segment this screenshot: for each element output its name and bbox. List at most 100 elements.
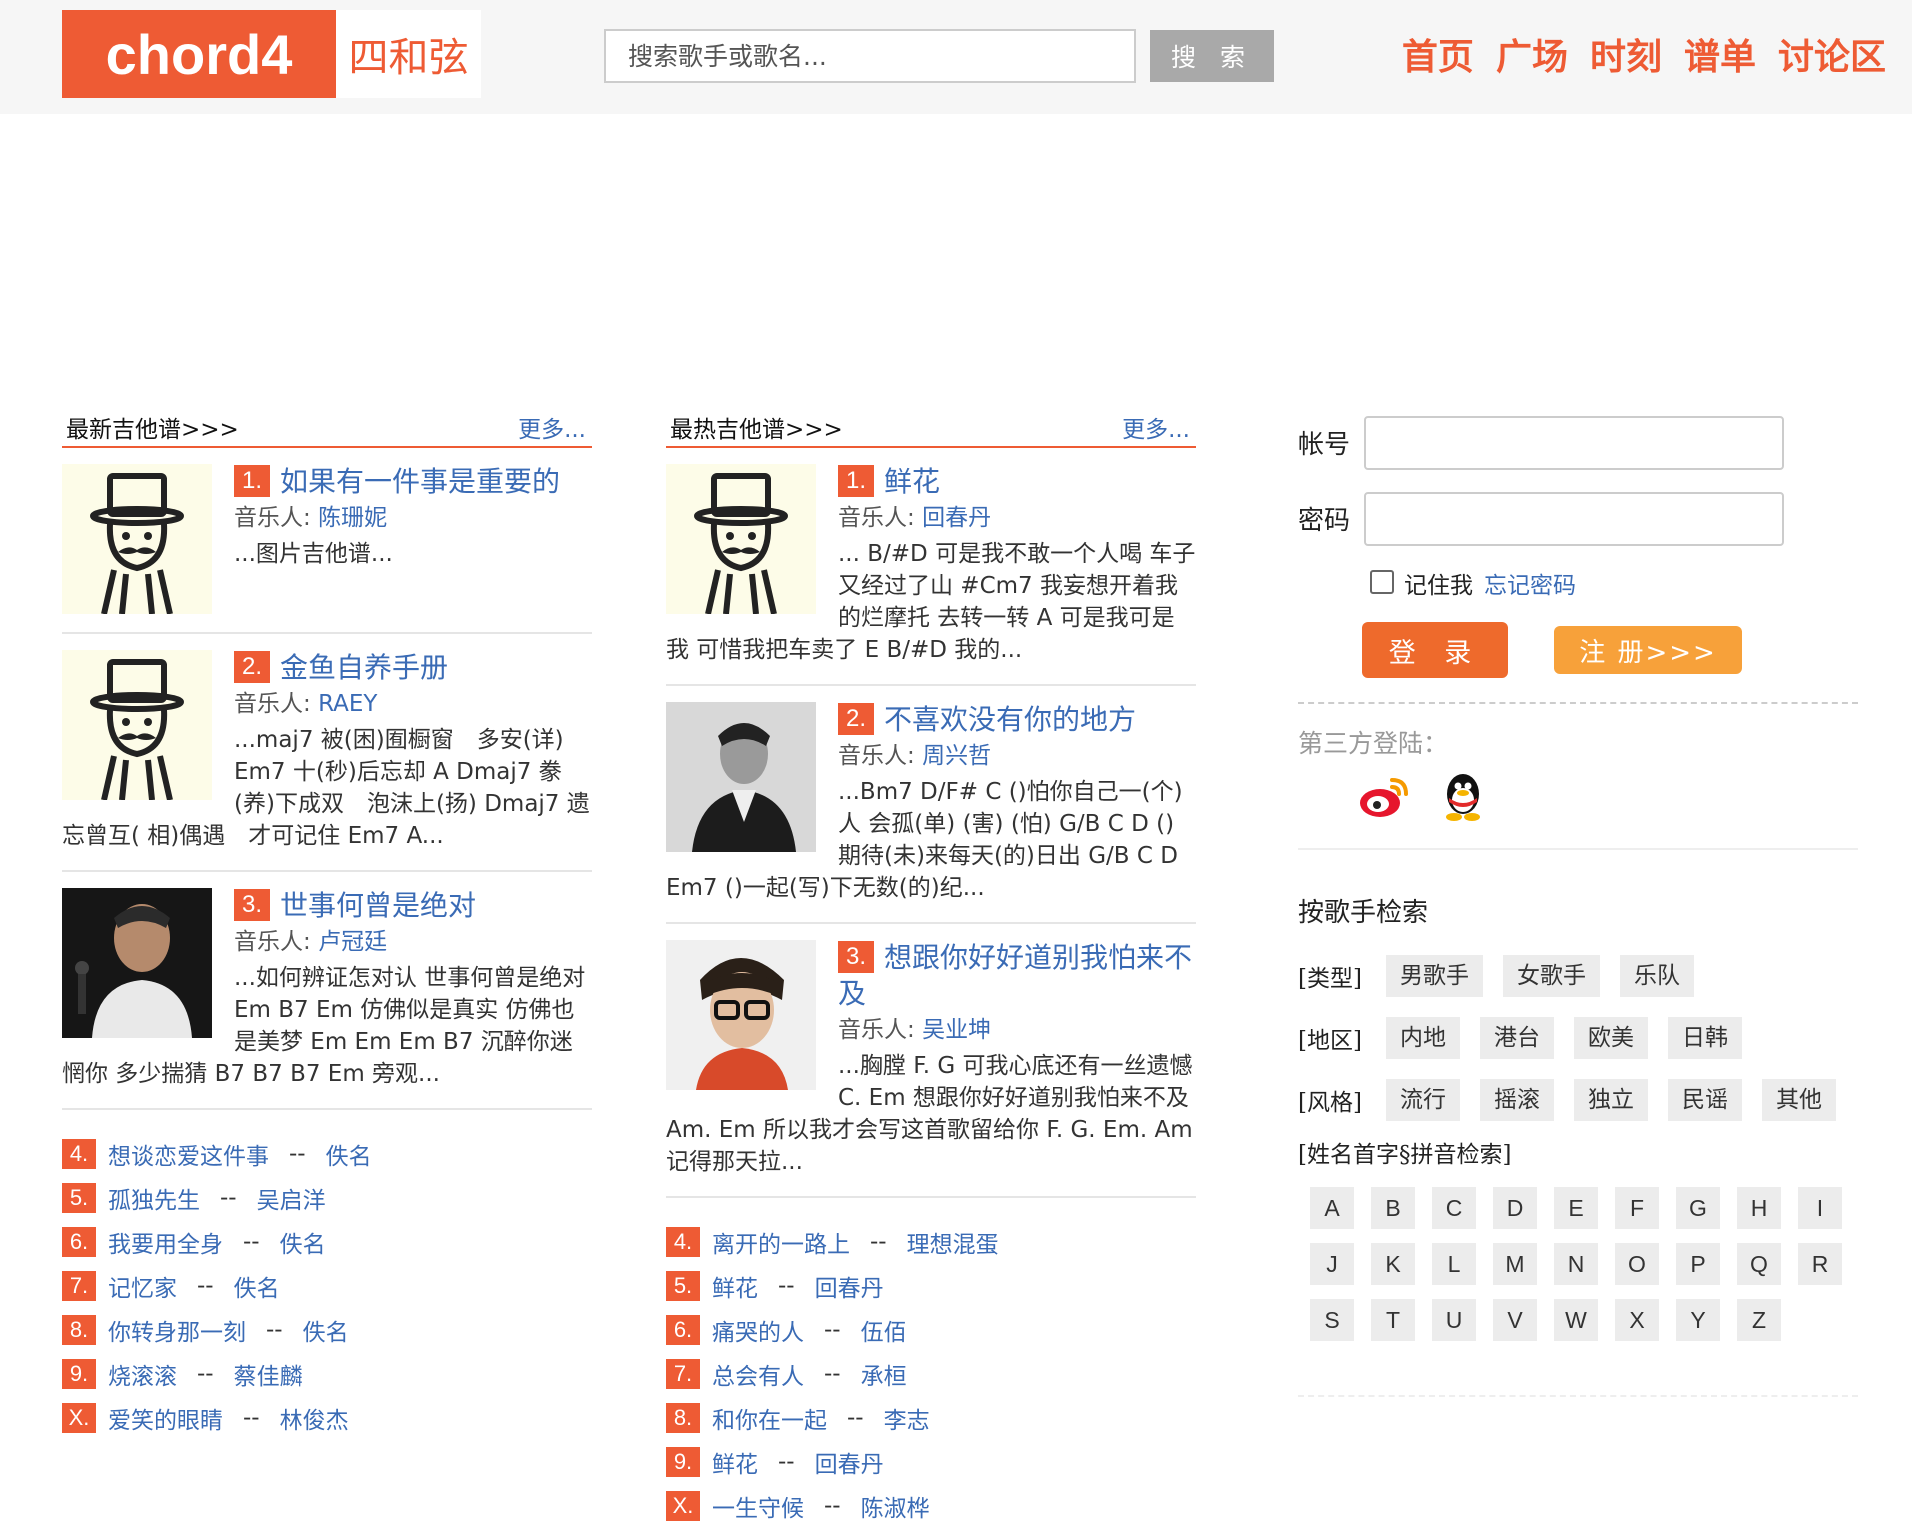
artist-link[interactable]: 回春丹	[815, 1445, 884, 1479]
song-link[interactable]: 和你在一起	[712, 1401, 827, 1435]
qq-penguin-icon[interactable]	[1440, 768, 1486, 822]
filter-tag[interactable]: 独立	[1574, 1079, 1648, 1121]
filter-tag[interactable]: 内地	[1386, 1017, 1460, 1059]
letter-u[interactable]: U	[1432, 1299, 1476, 1341]
letter-z[interactable]: Z	[1737, 1299, 1781, 1341]
letter-j[interactable]: J	[1310, 1243, 1354, 1285]
register-button[interactable]: 注 册>>>	[1554, 626, 1742, 674]
letter-d[interactable]: D	[1493, 1187, 1537, 1229]
letter-h[interactable]: H	[1737, 1187, 1781, 1229]
nav-home[interactable]: 首页	[1402, 28, 1474, 80]
song-title-link[interactable]: 想跟你好好道别我怕来不及	[838, 941, 1192, 1010]
song-link[interactable]: 总会有人	[712, 1357, 804, 1391]
thumbnail-default-avatar[interactable]	[62, 464, 212, 614]
hottest-more-link[interactable]: 更多...	[1122, 410, 1190, 444]
song-title-link[interactable]: 如果有一件事是重要的	[280, 465, 560, 498]
weibo-icon[interactable]	[1358, 772, 1410, 822]
filter-tag[interactable]: 流行	[1386, 1079, 1460, 1121]
filter-tag[interactable]: 港台	[1480, 1017, 1554, 1059]
letter-g[interactable]: G	[1676, 1187, 1720, 1229]
song-link[interactable]: 一生守候	[712, 1489, 804, 1523]
letter-y[interactable]: Y	[1676, 1299, 1720, 1341]
song-link[interactable]: 记忆家	[108, 1269, 177, 1303]
artist-link[interactable]: 卢冠廷	[318, 929, 387, 955]
letter-a[interactable]: A	[1310, 1187, 1354, 1229]
artist-link[interactable]: 理想混蛋	[907, 1225, 999, 1259]
letter-c[interactable]: C	[1432, 1187, 1476, 1229]
song-link[interactable]: 烧滚滚	[108, 1357, 177, 1391]
filter-tag[interactable]: 摇滚	[1480, 1079, 1554, 1121]
forgot-password-link[interactable]: 忘记密码	[1484, 566, 1576, 600]
letter-p[interactable]: P	[1676, 1243, 1720, 1285]
letter-m[interactable]: M	[1493, 1243, 1537, 1285]
artist-link[interactable]: 周兴哲	[922, 743, 991, 769]
letter-n[interactable]: N	[1554, 1243, 1598, 1285]
song-link[interactable]: 鲜花	[712, 1269, 758, 1303]
song-link[interactable]: 痛哭的人	[712, 1313, 804, 1347]
nav-square[interactable]: 广场	[1496, 28, 1568, 80]
nav-forum[interactable]: 讨论区	[1778, 28, 1886, 80]
letter-l[interactable]: L	[1432, 1243, 1476, 1285]
song-link[interactable]: 鲜花	[712, 1445, 758, 1479]
site-logo[interactable]: chord4 四和弦	[62, 10, 481, 98]
remember-checkbox[interactable]	[1370, 570, 1394, 594]
letter-w[interactable]: W	[1554, 1299, 1598, 1341]
artist-link[interactable]: 林俊杰	[280, 1401, 349, 1435]
artist-link[interactable]: 吴启洋	[257, 1181, 326, 1215]
letter-b[interactable]: B	[1371, 1187, 1415, 1229]
letter-t[interactable]: T	[1371, 1299, 1415, 1341]
thumbnail-artist-photo[interactable]	[62, 888, 212, 1038]
thumbnail-default-avatar[interactable]	[62, 650, 212, 800]
search-input[interactable]	[604, 29, 1136, 83]
thumbnail-artist-photo[interactable]	[666, 940, 816, 1090]
search-button[interactable]: 搜 索	[1150, 30, 1274, 82]
artist-link[interactable]: 蔡佳麟	[234, 1357, 303, 1391]
artist-link[interactable]: RAEY	[318, 691, 377, 717]
letter-x[interactable]: X	[1615, 1299, 1659, 1341]
song-title-link[interactable]: 世事何曾是绝对	[280, 889, 476, 922]
nav-playlists[interactable]: 谱单	[1684, 28, 1756, 80]
password-input[interactable]	[1364, 492, 1784, 546]
song-link[interactable]: 我要用全身	[108, 1225, 223, 1259]
artist-link[interactable]: 承桓	[861, 1357, 907, 1391]
song-title-link[interactable]: 鲜花	[884, 465, 940, 498]
artist-link[interactable]: 吴业坤	[922, 1017, 991, 1043]
artist-link[interactable]: 佚名	[326, 1137, 372, 1171]
artist-link[interactable]: 回春丹	[815, 1269, 884, 1303]
letter-q[interactable]: Q	[1737, 1243, 1781, 1285]
letter-o[interactable]: O	[1615, 1243, 1659, 1285]
letter-f[interactable]: F	[1615, 1187, 1659, 1229]
filter-tag[interactable]: 日韩	[1668, 1017, 1742, 1059]
filter-tag[interactable]: 其他	[1762, 1079, 1836, 1121]
filter-tag[interactable]: 男歌手	[1386, 955, 1483, 997]
artist-link[interactable]: 佚名	[303, 1313, 349, 1347]
letter-e[interactable]: E	[1554, 1187, 1598, 1229]
letter-s[interactable]: S	[1310, 1299, 1354, 1341]
filter-tag[interactable]: 欧美	[1574, 1017, 1648, 1059]
artist-link[interactable]: 回春丹	[922, 505, 991, 531]
nav-moments[interactable]: 时刻	[1590, 28, 1662, 80]
artist-link[interactable]: 李志	[884, 1401, 930, 1435]
artist-link[interactable]: 佚名	[234, 1269, 280, 1303]
account-input[interactable]	[1364, 416, 1784, 470]
letter-r[interactable]: R	[1798, 1243, 1842, 1285]
letter-k[interactable]: K	[1371, 1243, 1415, 1285]
thumbnail-default-avatar[interactable]	[666, 464, 816, 614]
letter-v[interactable]: V	[1493, 1299, 1537, 1341]
filter-tag[interactable]: 民谣	[1668, 1079, 1742, 1121]
song-link[interactable]: 孤独先生	[108, 1181, 200, 1215]
letter-i[interactable]: I	[1798, 1187, 1842, 1229]
artist-link[interactable]: 陈淑桦	[861, 1489, 930, 1523]
thumbnail-artist-photo[interactable]	[666, 702, 816, 852]
artist-link[interactable]: 佚名	[280, 1225, 326, 1259]
song-link[interactable]: 离开的一路上	[712, 1225, 850, 1259]
artist-link[interactable]: 陈珊妮	[318, 505, 387, 531]
song-link[interactable]: 爱笑的眼睛	[108, 1401, 223, 1435]
song-link[interactable]: 想谈恋爱这件事	[108, 1137, 269, 1171]
login-button[interactable]: 登 录	[1362, 622, 1508, 678]
song-title-link[interactable]: 金鱼自养手册	[280, 651, 448, 684]
artist-link[interactable]: 伍佰	[861, 1313, 907, 1347]
filter-tag[interactable]: 乐队	[1620, 955, 1694, 997]
song-title-link[interactable]: 不喜欢没有你的地方	[884, 703, 1136, 736]
song-link[interactable]: 你转身那一刻	[108, 1313, 246, 1347]
